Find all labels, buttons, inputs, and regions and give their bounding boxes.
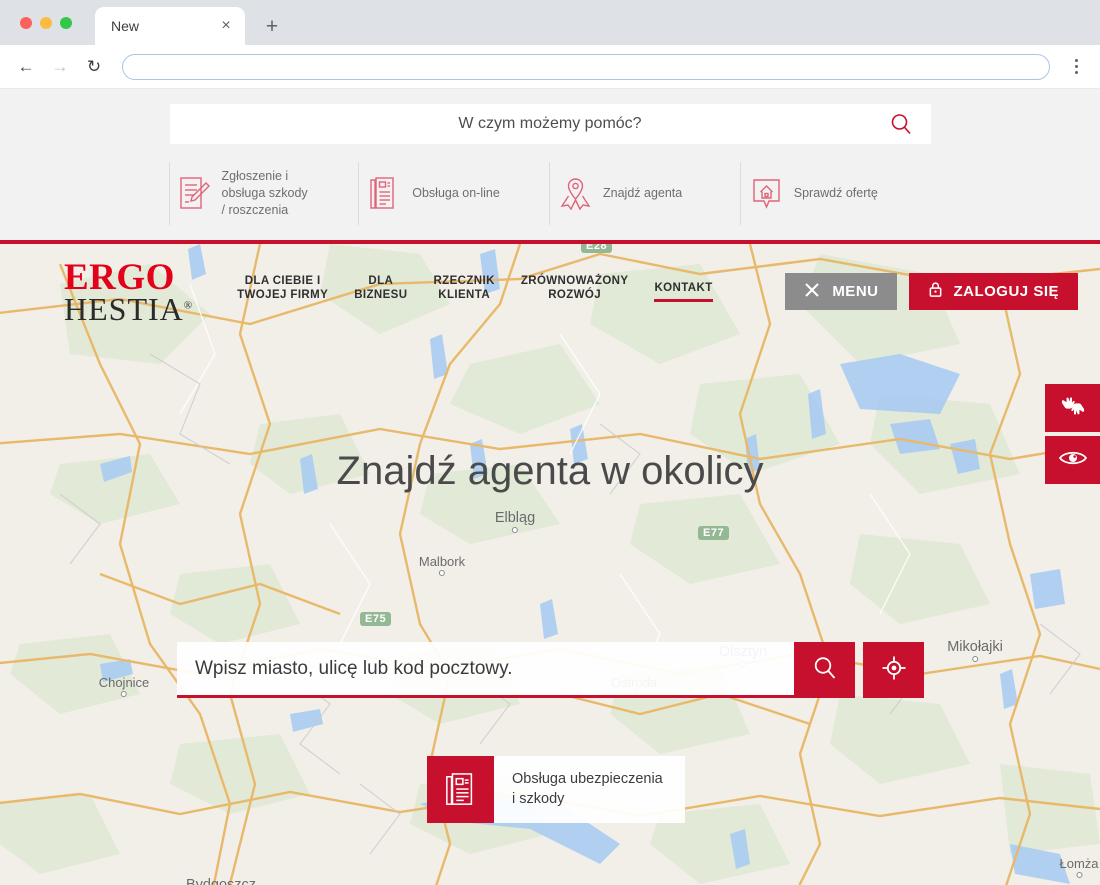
use-my-location-button[interactable] xyxy=(863,642,924,698)
nav-label-line1: RZECZNIK xyxy=(433,274,495,287)
map-city-label: Łomża xyxy=(1059,856,1099,878)
utility-strip: W czym możemy pomóc? Zgłoszenie i obsług… xyxy=(0,89,1100,244)
login-button[interactable]: ZALOGUJ SIĘ xyxy=(909,273,1078,310)
insurance-service-card-label: Obsługa ubezpieczenia i szkody xyxy=(494,756,685,823)
nav-label-line1: ZRÓWNOWAŻONY xyxy=(520,274,629,287)
browser-menu-icon[interactable] xyxy=(1064,53,1088,81)
close-icon xyxy=(804,282,820,302)
quick-link-label: Zgłoszenie i obsługa szkody / roszczenia xyxy=(222,168,308,219)
quick-link-label: Obsługa on-line xyxy=(412,185,500,202)
login-button-label: ZALOGUJ SIĘ xyxy=(953,283,1059,300)
document-list-icon xyxy=(368,175,401,213)
nav-label-line2: KLIENTA xyxy=(438,289,491,301)
site-logo[interactable]: ERGO HESTIA® xyxy=(64,259,193,325)
document-pencil-icon xyxy=(178,175,211,213)
lock-icon xyxy=(928,281,943,302)
back-icon[interactable]: ← xyxy=(12,53,40,81)
web-page: W czym możemy pomóc? Zgłoszenie i obsług… xyxy=(0,89,1100,885)
quick-link-line1: Zgłoszenie i xyxy=(221,169,289,184)
map-hero[interactable]: Elbląg Malbork Olsztyn Mikołajki Ostróda… xyxy=(0,244,1100,885)
agent-search-input[interactable]: Wpisz miasto, ulicę lub kod pocztowy. xyxy=(177,642,794,698)
forward-icon[interactable]: → xyxy=(46,53,74,81)
tab-close-icon[interactable]: × xyxy=(217,17,235,35)
quick-link-label: Sprawdź ofertę xyxy=(794,185,878,202)
reload-icon[interactable]: ↻ xyxy=(80,53,108,81)
map-city-label: Chojnice xyxy=(99,675,149,697)
nav-label-line2: BIZNESU xyxy=(354,289,408,301)
browser-tab[interactable]: New × xyxy=(95,7,245,45)
main-navigation: DLA CIEBIE I TWOJEJ FIRMY DLA BIZNESU RZ… xyxy=(237,274,785,310)
close-window-button[interactable] xyxy=(20,17,32,29)
menu-button-label: MENU xyxy=(832,283,879,300)
sign-language-icon xyxy=(1059,394,1087,423)
registered-trademark-icon: ® xyxy=(183,298,194,311)
tab-title: New xyxy=(111,18,140,34)
site-search-placeholder: W czym możemy pomóc? xyxy=(458,115,642,132)
highway-shield: E77 xyxy=(698,526,730,540)
nav-label-line2: TWOJEJ FIRMY xyxy=(237,289,329,301)
card-line2: i szkody xyxy=(512,790,565,807)
quick-link-line3: / roszczenia xyxy=(221,202,289,217)
quick-link-line1: Obsługa on-line xyxy=(412,186,500,201)
sign-language-button[interactable] xyxy=(1045,384,1100,432)
crosshair-icon xyxy=(881,655,907,686)
new-tab-icon[interactable]: + xyxy=(259,13,285,39)
quick-link-find-agent[interactable]: Znajdź agenta xyxy=(550,158,741,229)
site-header: ERGO HESTIA® DLA CIEBIE I TWOJEJ FIRMY D… xyxy=(0,244,1100,339)
nav-item-dla-biznesu[interactable]: DLA BIZNESU xyxy=(354,274,407,310)
logo-hestia: HESTIA® xyxy=(64,290,194,327)
minimize-window-button[interactable] xyxy=(40,17,52,29)
agent-search-button[interactable] xyxy=(794,642,855,698)
quick-link-line1: Sprawdź ofertę xyxy=(793,186,878,201)
high-contrast-button[interactable] xyxy=(1045,436,1100,484)
map-city-label: Elbląg xyxy=(495,510,535,533)
quick-link-claims[interactable]: Zgłoszenie i obsługa szkody / roszczenia xyxy=(168,158,360,229)
map-city-label: Bydgoszcz xyxy=(185,877,257,885)
map-city-label: Mikołajki xyxy=(947,639,1003,662)
map-city-label: Malbork xyxy=(419,554,465,576)
nav-item-dla-ciebie[interactable]: DLA CIEBIE I TWOJEJ FIRMY xyxy=(237,274,328,310)
browser-window: New × + ← → ↻ W czym możemy pomóc? Zgłos… xyxy=(0,0,1100,885)
nav-label-line1: KONTAKT xyxy=(654,281,713,294)
insurance-service-card[interactable]: Obsługa ubezpieczenia i szkody xyxy=(427,756,685,823)
search-icon[interactable] xyxy=(889,112,913,136)
nav-label-line1: DLA CIEBIE I xyxy=(244,274,321,287)
window-traffic-lights xyxy=(0,17,72,45)
quick-link-check-offer[interactable]: Sprawdź ofertę xyxy=(741,158,932,229)
nav-item-rzecznik-klienta[interactable]: RZECZNIK KLIENTA xyxy=(433,274,494,310)
eye-icon xyxy=(1058,448,1088,473)
document-list-icon xyxy=(427,756,494,823)
browser-toolbar: ← → ↻ xyxy=(0,45,1100,89)
site-search-bar[interactable]: W czym możemy pomóc? xyxy=(168,103,932,145)
map-pin-icon xyxy=(559,175,592,213)
quick-links: Zgłoszenie i obsługa szkody / roszczenia xyxy=(168,158,932,229)
search-icon xyxy=(812,655,838,686)
accessibility-rail xyxy=(1045,384,1100,488)
browser-tabstrip: New × + xyxy=(0,0,1100,45)
quick-link-line2: obsługa szkody xyxy=(221,186,308,201)
card-line1: Obsługa ubezpieczenia xyxy=(512,770,663,787)
nav-item-kontakt[interactable]: KONTAKT xyxy=(654,281,713,303)
maximize-window-button[interactable] xyxy=(60,17,72,29)
house-bubble-icon xyxy=(750,175,783,213)
quick-link-label: Znajdź agenta xyxy=(603,185,682,202)
address-bar[interactable] xyxy=(122,53,1050,80)
nav-label-line1: DLA xyxy=(368,274,394,287)
highway-shield: E75 xyxy=(360,612,392,626)
agent-search-bar: Wpisz miasto, ulicę lub kod pocztowy. xyxy=(177,642,924,698)
page-title: Znajdź agenta w okolicy xyxy=(336,449,764,493)
nav-label-line2: ROZWÓJ xyxy=(548,289,602,301)
menu-button[interactable]: MENU xyxy=(785,273,898,310)
nav-item-zrownowazony-rozwoj[interactable]: ZRÓWNOWAŻONY ROZWÓJ xyxy=(521,274,629,310)
quick-link-line1: Znajdź agenta xyxy=(603,186,683,201)
quick-link-online-service[interactable]: Obsługa on-line xyxy=(359,158,550,229)
